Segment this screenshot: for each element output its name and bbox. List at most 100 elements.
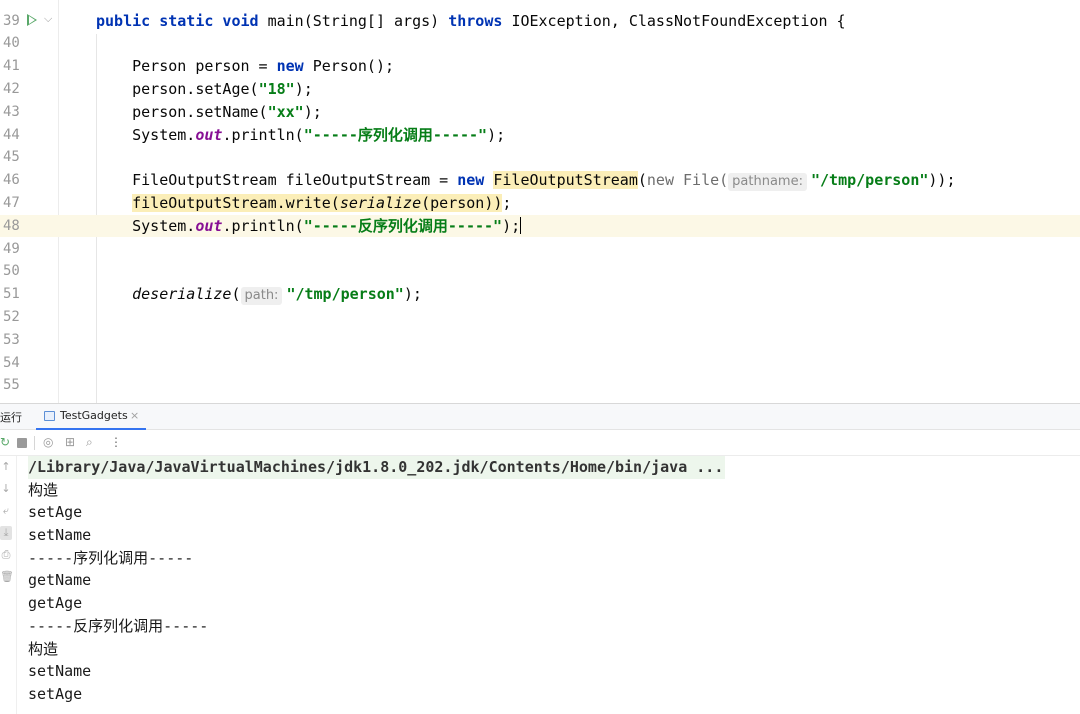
code-token: "/tmp/person" [810, 171, 929, 190]
code-line[interactable]: 52 [0, 306, 1080, 329]
code-text: person.setAge("18"); [96, 78, 313, 101]
line-number: 55 [3, 377, 20, 394]
soft-wrap-icon[interactable]: ⤶ [0, 504, 12, 518]
console-line: setAge [28, 684, 83, 703]
code-token: .println( [222, 216, 304, 235]
code-token: person.setName( [96, 102, 268, 121]
stop-icon[interactable] [17, 438, 27, 448]
line-number: 50 [3, 263, 20, 280]
more-options-icon[interactable]: ⋮ [110, 435, 122, 449]
code-text: System.out.println("-----反序列化调用-----"); [96, 215, 522, 238]
code-text: Person person = new Person(); [96, 55, 394, 78]
console-line: getName [28, 571, 92, 590]
console-line: 构造 [28, 639, 59, 658]
tab-label: TestGadgets [60, 409, 128, 422]
code-line[interactable]: 45 [0, 146, 1080, 169]
line-number: 42 [3, 80, 20, 97]
code-line[interactable]: 42 person.setAge("18"); [0, 78, 1080, 101]
code-token: System. [96, 216, 196, 235]
code-text: person.setName("xx"); [96, 101, 322, 124]
line-number: 47 [3, 194, 20, 211]
line-number: 51 [3, 286, 20, 303]
line-number: 41 [3, 58, 20, 75]
code-line[interactable]: 40 [0, 32, 1080, 55]
code-text: public static void main(String[] args) t… [96, 10, 846, 33]
console-line: setName [28, 662, 92, 681]
code-line[interactable]: 51 deserialize(path: "/tmp/person"); [0, 283, 1080, 306]
restore-layout-icon[interactable]: ⊞ [65, 435, 75, 449]
code-token: ( [637, 171, 647, 190]
console-line: setAge [28, 503, 83, 522]
line-number: 49 [3, 240, 20, 257]
code-line[interactable]: 43 person.setName("xx"); [0, 101, 1080, 124]
code-line[interactable]: 44 System.out.println("-----序列化调用-----")… [0, 124, 1080, 147]
code-token: "-----反序列化调用-----" [303, 216, 503, 235]
code-token: ; [502, 193, 512, 212]
code-token: )); [928, 171, 956, 190]
code-token: person.setAge( [96, 79, 259, 98]
code-editor[interactable]: 39 public static void main(String[] args)… [0, 0, 1080, 403]
run-toolbar: ↻ ◎ ⊞ ⌕ ⋮ [0, 430, 1080, 456]
scroll-to-end-icon[interactable]: ⤓ [0, 526, 12, 540]
line-number: 46 [3, 172, 20, 189]
code-line[interactable]: 54 [0, 352, 1080, 375]
fold-chevron-icon[interactable]: ⌵ [44, 12, 52, 26]
code-line[interactable]: 49 [0, 238, 1080, 261]
run-panel-label[interactable]: 运行 [0, 409, 22, 425]
scroll-up-icon[interactable]: ↑ [0, 460, 12, 473]
camera-icon[interactable]: ◎ [43, 435, 53, 449]
line-number: 52 [3, 308, 20, 325]
console-line: 构造 [28, 480, 59, 499]
code-line[interactable]: 50 [0, 260, 1080, 283]
code-text: FileOutputStream fileOutputStream = new … [96, 169, 955, 192]
code-token: System. [96, 125, 196, 144]
rerun-icon[interactable]: ↻ [0, 435, 10, 449]
search-icon[interactable]: ⌕ [86, 435, 93, 450]
code-line[interactable]: 53 [0, 329, 1080, 352]
console-side-toolbar: ↑ ↓ ⤶ ⤓ ⎙ 🗑 [0, 456, 17, 714]
line-number: 44 [3, 126, 20, 143]
line-number: 43 [3, 103, 20, 120]
code-token: new [646, 171, 684, 190]
line-number: 48 [3, 217, 20, 234]
trash-icon[interactable]: 🗑 [0, 570, 14, 583]
code-token: IOException, ClassNotFoundException { [511, 11, 846, 30]
code-token: ( [231, 285, 241, 304]
scroll-down-icon[interactable]: ↓ [0, 482, 12, 495]
code-text: deserialize(path: "/tmp/person"); [96, 283, 422, 306]
console-line: setName [28, 526, 92, 545]
code-token: main(String[] args) [267, 11, 449, 30]
code-line[interactable]: 41 Person person = new Person(); [0, 55, 1080, 78]
line-number: 54 [3, 354, 20, 371]
close-tab-icon[interactable]: × [130, 409, 139, 422]
console-line: -----反序列化调用----- [28, 616, 209, 635]
code-line[interactable]: 48 System.out.println("-----反序列化调用-----"… [0, 214, 1080, 238]
code-token: ); [487, 125, 506, 144]
code-token: Person(); [312, 57, 395, 76]
code-token: fileOutputStream.write( [132, 193, 340, 212]
console-output[interactable]: /Library/Java/JavaVirtualMachines/jdk1.8… [28, 456, 1068, 706]
tab-testgadgets[interactable]: TestGadgets × [36, 404, 146, 430]
code-line[interactable]: 55 [0, 374, 1080, 397]
code-token: out [195, 216, 223, 235]
code-line[interactable]: 39 public static void main(String[] args)… [0, 10, 1080, 33]
run-gutter-icon[interactable] [27, 14, 37, 26]
print-icon[interactable]: ⎙ [0, 548, 12, 562]
toolbar-separator [34, 436, 35, 450]
code-text: System.out.println("-----序列化调用-----"); [96, 124, 505, 147]
console-line: -----序列化调用----- [28, 548, 194, 567]
code-token: File( [683, 171, 729, 190]
console-command-line: /Library/Java/JavaVirtualMachines/jdk1.8… [28, 456, 1068, 479]
code-token: FileOutputStream [493, 171, 638, 190]
text-caret [520, 216, 522, 234]
code-token: ); [294, 79, 313, 98]
parameter-hint: path: [240, 287, 283, 306]
code-line[interactable]: 46 FileOutputStream fileOutputStream = n… [0, 169, 1080, 192]
java-command[interactable]: /Library/Java/JavaVirtualMachines/jdk1.8… [28, 456, 726, 479]
console-line: getAge [28, 594, 83, 613]
code-line[interactable]: 47 fileOutputStream.write(serialize(pers… [0, 192, 1080, 215]
code-text: fileOutputStream.write(serialize(person)… [96, 192, 511, 215]
code-token: "/tmp/person" [286, 285, 404, 304]
code-token: serialize [339, 193, 422, 212]
code-token: ); [303, 102, 322, 121]
